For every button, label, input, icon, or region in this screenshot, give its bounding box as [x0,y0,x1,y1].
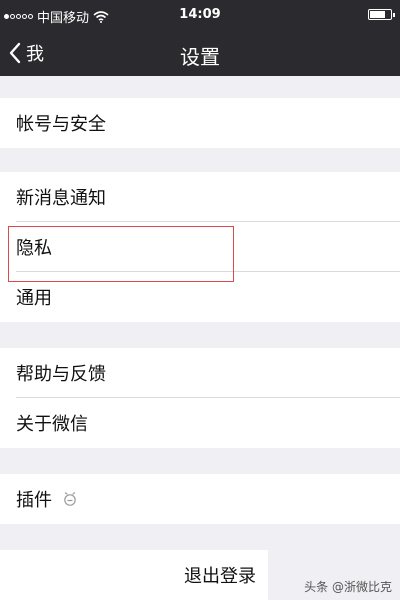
logout-label: 退出登录 [184,566,256,587]
settings-group-notifications: 新消息通知 隐私 通用 [0,172,400,322]
page-title: 设置 [180,45,220,69]
settings-item-general[interactable]: 通用 [0,272,400,322]
settings-item-label: 隐私 [16,238,52,259]
settings-item-new-message-notifications[interactable]: 新消息通知 [0,172,400,222]
status-bar: 中国移动 14:09 [0,0,400,30]
settings-item-plugins[interactable]: 插件 [0,474,400,524]
settings-screen: 中国移动 14:09 我 设置 帐号与安全 新消息通知 隐私 通用 帮助与反馈 … [0,0,400,600]
settings-group-help: 帮助与反馈 关于微信 [0,348,400,448]
nav-bar: 我 设置 [0,30,400,76]
settings-item-label: 关于微信 [16,414,88,435]
settings-group-plugins: 插件 [0,474,400,524]
settings-item-privacy[interactable]: 隐私 [0,222,400,272]
plugin-icon [64,492,76,506]
settings-item-label: 帮助与反馈 [16,364,106,385]
settings-item-help-feedback[interactable]: 帮助与反馈 [0,348,400,398]
logout-button[interactable]: 退出登录 [0,550,268,600]
status-time: 14:09 [179,7,221,22]
settings-item-label: 新消息通知 [16,188,106,209]
battery-level [370,11,385,18]
settings-item-about-wechat[interactable]: 关于微信 [0,398,400,448]
settings-item-label: 插件 [16,490,52,511]
battery-icon [368,9,395,20]
settings-group-account: 帐号与安全 [0,98,400,148]
settings-item-label: 通用 [16,288,52,309]
settings-item-label: 帐号与安全 [16,114,106,135]
settings-item-account-security[interactable]: 帐号与安全 [0,98,400,148]
watermark: 头条 @浙微比克 [304,580,392,594]
